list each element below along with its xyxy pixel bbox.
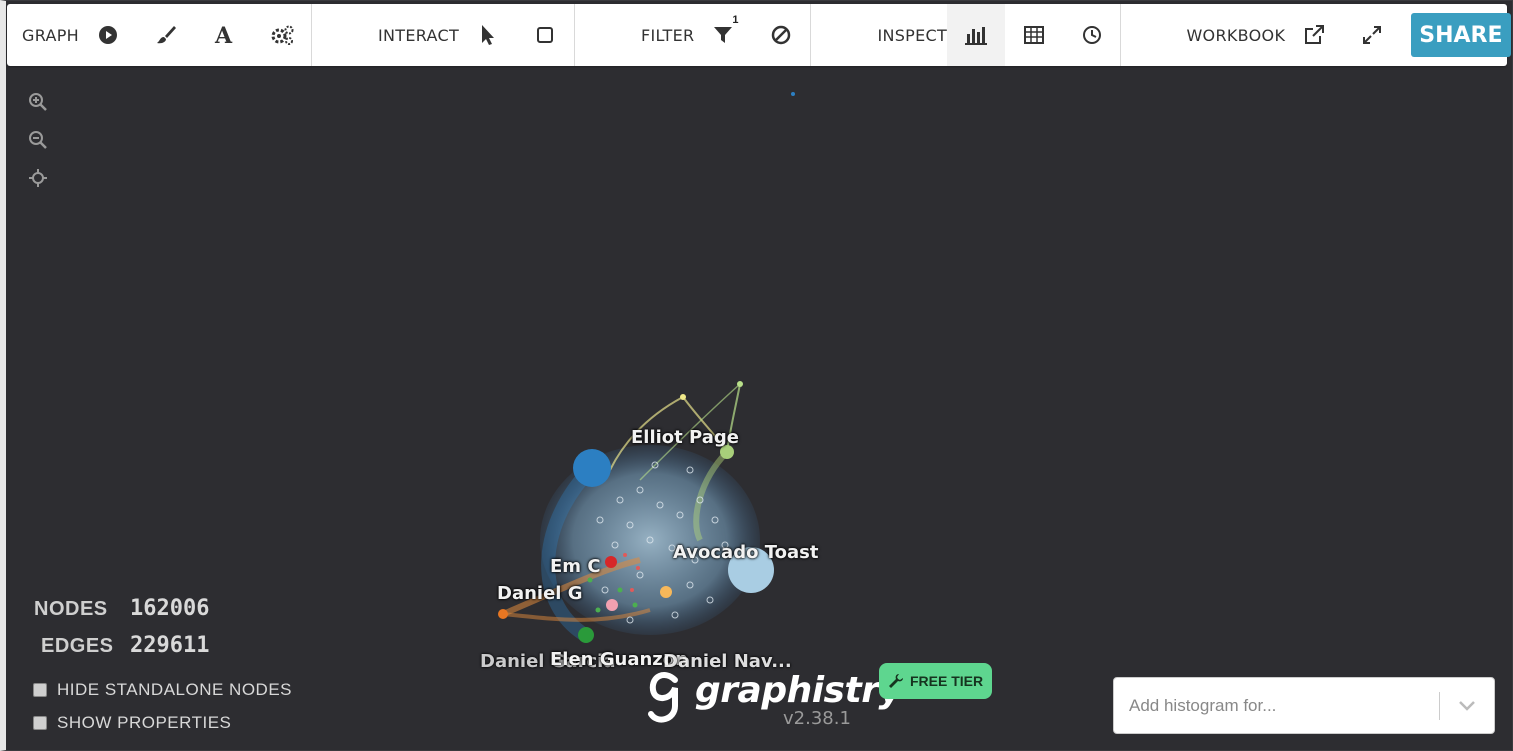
hide-standalone-option[interactable]: HIDE STANDALONE NODES: [33, 680, 292, 700]
zoom-in-button[interactable]: [26, 90, 50, 114]
cogs-icon: [271, 25, 294, 45]
bar-chart-icon: [964, 27, 987, 45]
graph-stats: NODES 162006 EDGES 229611: [34, 596, 209, 670]
graph-options: HIDE STANDALONE NODES SHOW PROPERTIES: [33, 680, 292, 746]
nodes-value: 162006: [130, 596, 210, 621]
clock-icon: [1082, 26, 1101, 44]
hide-standalone-label: HIDE STANDALONE NODES: [57, 680, 293, 699]
label-daniel-g[interactable]: Daniel G: [497, 583, 583, 604]
expand-icon: [1363, 26, 1382, 44]
app-frame: [0, 0, 1513, 751]
font-icon: A: [214, 24, 233, 46]
graph-group: GRAPH A: [7, 4, 312, 66]
zoom-in-icon: [29, 93, 47, 111]
play-icon: [99, 26, 117, 44]
filter-label: FILTER: [641, 25, 695, 45]
add-histogram-select[interactable]: Add histogram for...: [1113, 677, 1495, 734]
edges-stat: EDGES 229611: [34, 633, 209, 658]
edges-label: EDGES: [41, 635, 114, 657]
toolbar: GRAPH A INTERACT FILTER 1 INSPECT WORKBO…: [7, 4, 1511, 66]
nodes-label: NODES: [34, 598, 108, 620]
wrench-icon: [889, 674, 903, 688]
svg-text:A: A: [214, 24, 233, 46]
funnel-icon: [714, 27, 733, 43]
cursor-icon: [481, 25, 494, 45]
show-properties-option[interactable]: SHOW PROPERTIES: [33, 713, 292, 733]
dropdown-toggle[interactable]: [1440, 700, 1494, 712]
chevron-down-icon: [1459, 700, 1475, 711]
inspect-label: INSPECT: [877, 25, 948, 45]
exclude-button[interactable]: [752, 4, 810, 66]
interact-group: INTERACT: [312, 4, 575, 66]
graph-label: GRAPH: [22, 25, 79, 45]
filter-group: FILTER 1: [575, 4, 812, 66]
zoom-out-icon: [29, 131, 47, 149]
interact-label: INTERACT: [378, 25, 460, 45]
zoom-controls: [26, 90, 50, 204]
center-button[interactable]: [26, 166, 50, 190]
timebar-button[interactable]: [1063, 4, 1121, 66]
brush-icon: [157, 26, 176, 44]
workbook-group: WORKBOOK SHARE: [1121, 4, 1513, 66]
crosshair-icon: [29, 169, 47, 187]
show-properties-checkbox[interactable]: [33, 716, 47, 730]
edges-value: 229611: [130, 633, 210, 658]
logo-wordmark: graphistry: [695, 670, 902, 711]
filter-count-badge: 1: [732, 14, 739, 26]
graphistry-g-icon: [648, 672, 678, 723]
text-style-button[interactable]: A: [195, 4, 253, 66]
version-label: v2.38.1: [783, 708, 851, 729]
share-button[interactable]: SHARE: [1411, 13, 1511, 57]
square-icon: [537, 27, 554, 43]
add-histogram-placeholder: Add histogram for...: [1129, 695, 1277, 715]
zoom-out-button[interactable]: [26, 128, 50, 152]
show-properties-label: SHOW PROPERTIES: [57, 713, 232, 732]
label-elliot-page[interactable]: Elliot Page: [631, 427, 739, 448]
brush-button[interactable]: [137, 4, 195, 66]
free-tier-label: FREE TIER: [910, 673, 984, 689]
fullscreen-button[interactable]: [1343, 4, 1401, 66]
play-button[interactable]: [79, 4, 137, 66]
workbook-label: WORKBOOK: [1186, 25, 1286, 45]
pointer-button[interactable]: [459, 4, 516, 66]
hide-standalone-checkbox[interactable]: [33, 683, 47, 697]
nodes-stat: NODES 162006: [34, 596, 209, 621]
table-button[interactable]: [1005, 4, 1063, 66]
ban-icon: [772, 25, 791, 45]
inspect-group: INSPECT: [811, 4, 1122, 66]
histogram-button[interactable]: [947, 4, 1005, 66]
box-select-button[interactable]: [517, 4, 574, 66]
filter-button[interactable]: 1: [694, 4, 752, 66]
external-link-icon: [1305, 25, 1325, 44]
free-tier-badge[interactable]: FREE TIER: [879, 663, 993, 699]
open-workbook-button[interactable]: [1285, 4, 1343, 66]
table-icon: [1023, 26, 1044, 44]
label-em-c[interactable]: Em C: [550, 556, 601, 577]
label-avocado-toast[interactable]: Avocado Toast: [673, 542, 818, 563]
settings-button[interactable]: [253, 4, 311, 66]
